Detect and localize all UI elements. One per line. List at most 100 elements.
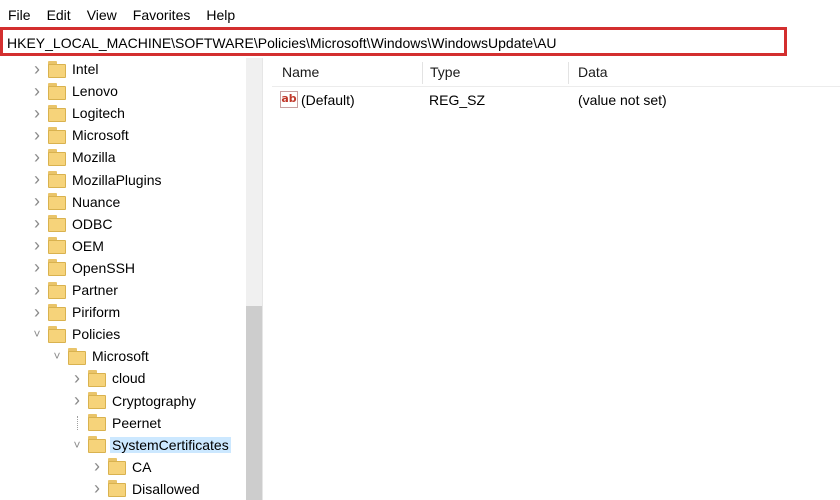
chevron-right-icon[interactable]: › — [30, 124, 44, 146]
tree-item[interactable]: › cloud — [70, 367, 147, 389]
chevron-right-icon[interactable]: › — [30, 169, 44, 191]
folder-icon — [88, 436, 106, 454]
folder-icon — [48, 303, 66, 321]
tree-item[interactable]: › MozillaPlugins — [30, 169, 163, 191]
tree-item[interactable]: › Disallowed — [90, 478, 202, 500]
menu-view[interactable]: View — [79, 0, 125, 30]
chevron-down-icon[interactable]: ˅ — [70, 434, 84, 456]
chevron-down-icon[interactable]: ˅ — [50, 345, 64, 367]
tree-item[interactable]: ˅ SystemCertificates — [70, 434, 231, 456]
chevron-right-icon[interactable]: › — [30, 191, 44, 213]
folder-icon — [108, 458, 126, 476]
tree-item-label: MozillaPlugins — [72, 171, 162, 188]
value-row[interactable]: ab (Default) REG_SZ (value not set) — [272, 89, 840, 111]
list-header: Name Type Data — [272, 58, 840, 87]
tree-item[interactable]: › Intel — [30, 58, 100, 80]
folder-icon — [48, 60, 66, 78]
column-header-name[interactable]: Name — [272, 58, 422, 86]
tree-item[interactable]: › Lenovo — [30, 80, 120, 102]
address-bar[interactable] — [0, 27, 787, 56]
chevron-right-icon[interactable]: › — [30, 213, 44, 235]
chevron-right-icon[interactable]: › — [30, 80, 44, 102]
folder-icon — [48, 82, 66, 100]
key-tree-pane[interactable]: › Disallowed › CA ˅ SystemCertificates Peernet… — [0, 58, 262, 500]
tree-connector-line — [77, 415, 78, 430]
value-data: (value not set) — [578, 92, 667, 108]
folder-icon — [68, 347, 86, 365]
tree-scroll-thumb[interactable] — [246, 306, 262, 500]
tree-item-label: Partner — [72, 282, 118, 298]
menu-bar: File Edit View Favorites Help — [0, 0, 840, 30]
tree-item-label: Cryptography — [112, 392, 197, 409]
folder-icon — [48, 193, 66, 211]
tree-item[interactable]: › Microsoft — [30, 124, 131, 146]
tree-item-label: Policies — [72, 326, 121, 343]
chevron-right-icon[interactable]: › — [70, 390, 84, 412]
chevron-right-icon[interactable]: › — [90, 456, 104, 478]
tree-item-label: Microsoft — [92, 348, 149, 365]
folder-icon — [48, 148, 66, 166]
folder-icon — [48, 325, 66, 343]
value-type: REG_SZ — [429, 92, 486, 108]
column-header-type[interactable]: Type — [420, 58, 568, 86]
tree-item-label: Piriform — [72, 304, 121, 321]
chevron-right-icon[interactable]: › — [70, 367, 84, 389]
chevron-right-icon[interactable]: › — [30, 257, 44, 279]
tree-item[interactable]: › ODBC — [30, 213, 114, 235]
tree-item-label: Logitech — [72, 105, 125, 122]
tree-item-label: cloud — [112, 370, 146, 387]
chevron-right-icon[interactable]: › — [30, 301, 44, 323]
chevron-right-icon[interactable]: › — [30, 58, 44, 80]
address-input[interactable] — [7, 33, 777, 53]
tree-item-label: OEM — [72, 237, 104, 254]
menu-file[interactable]: File — [0, 0, 39, 30]
tree-item[interactable]: › Piriform — [30, 301, 122, 323]
folder-icon — [88, 392, 106, 409]
menu-favorites[interactable]: Favorites — [125, 0, 199, 30]
tree-item-label: OpenSSH — [72, 259, 136, 276]
tree-item-label: Nuance — [72, 193, 121, 210]
tree-item[interactable]: ˅ Microsoft — [50, 345, 151, 367]
menu-edit[interactable]: Edit — [39, 0, 79, 30]
tree-item[interactable]: Peernet — [70, 412, 163, 434]
folder-icon — [88, 369, 106, 387]
folder-icon — [48, 281, 66, 299]
tree-item[interactable]: › CA — [90, 456, 153, 478]
tree-item[interactable]: › Nuance — [30, 191, 122, 213]
values-list-pane[interactable]: Name Type Data ab (Default) REG_SZ (valu… — [272, 58, 840, 500]
tree-item-label: Disallowed — [132, 480, 200, 497]
tree-item-label: CA — [132, 458, 152, 475]
folder-icon — [48, 126, 66, 144]
tree-item-label: SystemCertificates — [110, 436, 231, 453]
folder-icon — [108, 480, 126, 498]
folder-icon — [48, 171, 66, 188]
tree-item-label: Lenovo — [72, 83, 118, 100]
chevron-right-icon[interactable]: › — [30, 279, 44, 301]
tree-item[interactable]: › Logitech — [30, 102, 127, 124]
tree-item-label: Mozilla — [72, 149, 116, 166]
folder-icon — [48, 215, 66, 233]
menu-help[interactable]: Help — [198, 0, 243, 30]
tree-item[interactable]: › OEM — [30, 235, 106, 257]
tree-item-label: Microsoft — [72, 127, 129, 144]
tree-item-label: Peernet — [112, 414, 162, 431]
tree-item-label: Intel — [72, 61, 99, 77]
folder-icon — [88, 414, 106, 432]
chevron-right-icon[interactable]: › — [90, 478, 104, 500]
tree-item-label: ODBC — [72, 215, 113, 232]
tree-item[interactable]: › Cryptography — [70, 390, 198, 412]
tree-item[interactable]: › OpenSSH — [30, 257, 137, 279]
tree-scrollbar[interactable] — [246, 58, 262, 500]
value-name: (Default) — [301, 92, 355, 108]
chevron-right-icon[interactable]: › — [30, 102, 44, 124]
folder-icon — [48, 237, 66, 255]
chevron-right-icon[interactable]: › — [30, 146, 44, 168]
tree-item[interactable]: › Mozilla — [30, 146, 118, 168]
tree-item[interactable]: › Partner — [30, 279, 120, 301]
chevron-down-icon[interactable]: ˅ — [30, 323, 44, 345]
folder-icon — [48, 259, 66, 277]
chevron-right-icon[interactable]: › — [30, 235, 44, 257]
column-header-data[interactable]: Data — [568, 58, 840, 86]
folder-icon — [48, 104, 66, 122]
tree-item[interactable]: ˅ Policies — [30, 323, 122, 345]
